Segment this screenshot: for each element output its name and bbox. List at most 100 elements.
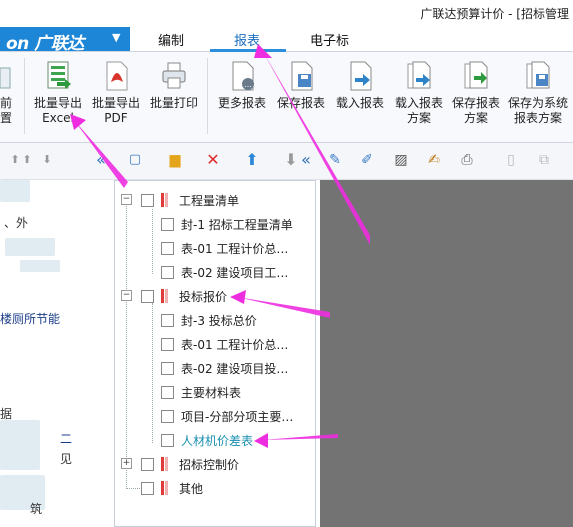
report-toolbar: ⬆ ⬆ ⬇ « ▢ ▆ ✕ ⬆ ⬇ « ✎ ✐ ▨ ✍ ⎙ ▯ ⧉ [0, 143, 573, 180]
tree-item-highlighted[interactable]: 人材机价差表 [145, 431, 310, 451]
batch-export-excel-label-2: Excel [42, 111, 74, 125]
tree-item-label: 封-1 招标工程量清单 [181, 218, 293, 232]
delete-icon[interactable]: ✕ [204, 151, 222, 169]
left-tree-text[interactable]: 见 [60, 450, 72, 467]
tree-guide-line [126, 199, 127, 489]
load-report-button[interactable]: 载入报表 [331, 60, 389, 111]
batch-print-button[interactable]: 批量打印 [146, 60, 202, 111]
tree-item-label: 人材机价差表 [181, 434, 254, 448]
save-system-scheme-label-1: 保存为系统 [507, 96, 568, 110]
collapse-icon[interactable]: − [121, 194, 132, 205]
load-report-scheme-label-2: 方案 [406, 111, 431, 125]
project-tree-panel: 、外 楼厕所节能 据 二 见 筑 [0, 180, 112, 527]
copy-icon[interactable]: ⧉ [535, 151, 553, 169]
new-report-icon[interactable]: ▢ [126, 151, 144, 169]
partial-button-label-1: 前 [0, 96, 12, 110]
checkbox[interactable] [161, 314, 174, 327]
tree-item-label: 表-01 工程计价总… [181, 338, 289, 352]
blurred-region [20, 260, 60, 272]
svg-text:…: … [244, 80, 252, 89]
blurred-region [5, 238, 55, 256]
tree-item[interactable]: 表-01 工程计价总… [145, 239, 310, 259]
load-report-scheme-button[interactable]: 载入报表 方案 [390, 60, 448, 126]
blurred-region [0, 180, 30, 202]
save-report-button[interactable]: 保存报表 [272, 60, 330, 111]
checkbox[interactable] [141, 458, 154, 471]
app-logo-menu[interactable]: on 广联达 ▼ [0, 27, 130, 54]
ribbon-partial-button[interactable]: 前 置 [0, 60, 16, 126]
save-report-scheme-label-1: 保存报表 [451, 96, 500, 110]
tab-reports[interactable]: 报表 [234, 30, 260, 49]
left-tree-text[interactable]: 楼厕所节能 [0, 310, 60, 327]
checkbox[interactable] [161, 242, 174, 255]
chevron-down-icon: ▼ [112, 31, 121, 44]
tree-group-other[interactable]: 其他 [119, 479, 309, 499]
tree-group-label: 工程量清单 [179, 194, 240, 208]
new-folder-icon[interactable]: ▆ [166, 151, 184, 169]
tree-item[interactable]: 封-3 投标总价 [145, 311, 310, 331]
left-tree-text[interactable]: 筑 [30, 500, 42, 517]
batch-export-pdf-label-2: PDF [104, 111, 128, 125]
checkbox[interactable] [161, 218, 174, 231]
checkbox[interactable] [161, 410, 174, 423]
report-preview-area[interactable] [320, 180, 573, 527]
save-scheme-icon [461, 60, 491, 92]
edit-report-icon[interactable]: ✎ [326, 151, 344, 169]
save-system-scheme-icon [523, 60, 553, 92]
checkbox[interactable] [141, 482, 154, 495]
pdf-export-icon [101, 60, 131, 92]
move-up-arrow-icon[interactable]: ⬆ [243, 151, 261, 169]
tree-item-label: 表-02 建设项目工… [181, 266, 289, 280]
load-report-scheme-label-1: 载入报表 [394, 96, 443, 110]
tree-item[interactable]: 主要材料表 [145, 383, 310, 403]
tree-group-control-price[interactable]: + 招标控制价 [119, 455, 309, 475]
left-tree-text[interactable]: 二 [60, 430, 72, 447]
load-scheme-icon [404, 60, 434, 92]
report-book-icon [161, 457, 171, 471]
checkbox[interactable] [161, 386, 174, 399]
tree-group-engineering-quantity[interactable]: − 工程量清单 [119, 191, 309, 211]
print-icon [159, 60, 189, 92]
tree-group-label: 招标控制价 [179, 458, 240, 472]
tree-item[interactable]: 项目-分部分项主要… [145, 407, 310, 427]
window-title: 广联达预算计价 - [招标管理 [420, 7, 569, 21]
checkbox[interactable] [141, 194, 154, 207]
tree-group-bid-price[interactable]: − 投标报价 [119, 287, 309, 307]
tree-item[interactable]: 表-02 建设项目工… [145, 263, 310, 283]
collapse-icon[interactable]: − [121, 290, 132, 301]
save-as-system-scheme-button[interactable]: 保存为系统 报表方案 [504, 60, 572, 126]
tree-item[interactable]: 封-1 招标工程量清单 [145, 215, 310, 235]
report-book-icon [161, 481, 171, 495]
report-book-icon [161, 289, 171, 303]
checkbox[interactable] [161, 338, 174, 351]
tree-item[interactable]: 表-02 建设项目投… [145, 359, 310, 379]
collapse-left-icon[interactable]: « [92, 151, 110, 169]
document-icon[interactable]: ▯ [502, 151, 520, 169]
batch-export-excel-label-1: 批量导出 [33, 96, 82, 110]
checkbox[interactable] [141, 290, 154, 303]
batch-export-pdf-button[interactable]: 批量导出 PDF [88, 60, 144, 126]
report-book-icon [161, 193, 171, 207]
tab-edit[interactable]: 编制 [158, 30, 184, 49]
expand-icon[interactable]: + [121, 458, 132, 469]
move-down-icon[interactable]: ⬇ [38, 151, 56, 169]
title-bar: 广联达预算计价 - [招标管理 [0, 0, 573, 27]
save-report-label: 保存报表 [276, 96, 325, 110]
printer-icon[interactable]: ⎙ [458, 151, 476, 169]
more-reports-button[interactable]: … 更多报表 [213, 60, 271, 111]
batch-export-excel-button[interactable]: 批量导出 Excel [30, 60, 86, 126]
tab-electronic-bid[interactable]: 电子标 [310, 30, 349, 49]
page-setup-icon[interactable]: ▨ [392, 151, 410, 169]
checkbox[interactable] [161, 362, 174, 375]
checkbox[interactable] [161, 266, 174, 279]
pen-edit-icon[interactable]: ✍ [425, 151, 443, 169]
report-tree-panel: − 工程量清单 封-1 招标工程量清单 表-01 工程计价总… 表-02 建设项… [114, 180, 316, 527]
left-tree-text[interactable]: 、外 [4, 214, 28, 231]
move-up-icon[interactable]: ⬆ [18, 151, 36, 169]
tree-item[interactable]: 表-01 工程计价总… [145, 335, 310, 355]
collapse-left-icon[interactable]: « [297, 151, 315, 169]
design-icon[interactable]: ✐ [358, 151, 376, 169]
checkbox[interactable] [161, 434, 174, 447]
excel-export-icon [43, 60, 73, 92]
save-report-scheme-button[interactable]: 保存报表 方案 [448, 60, 504, 126]
